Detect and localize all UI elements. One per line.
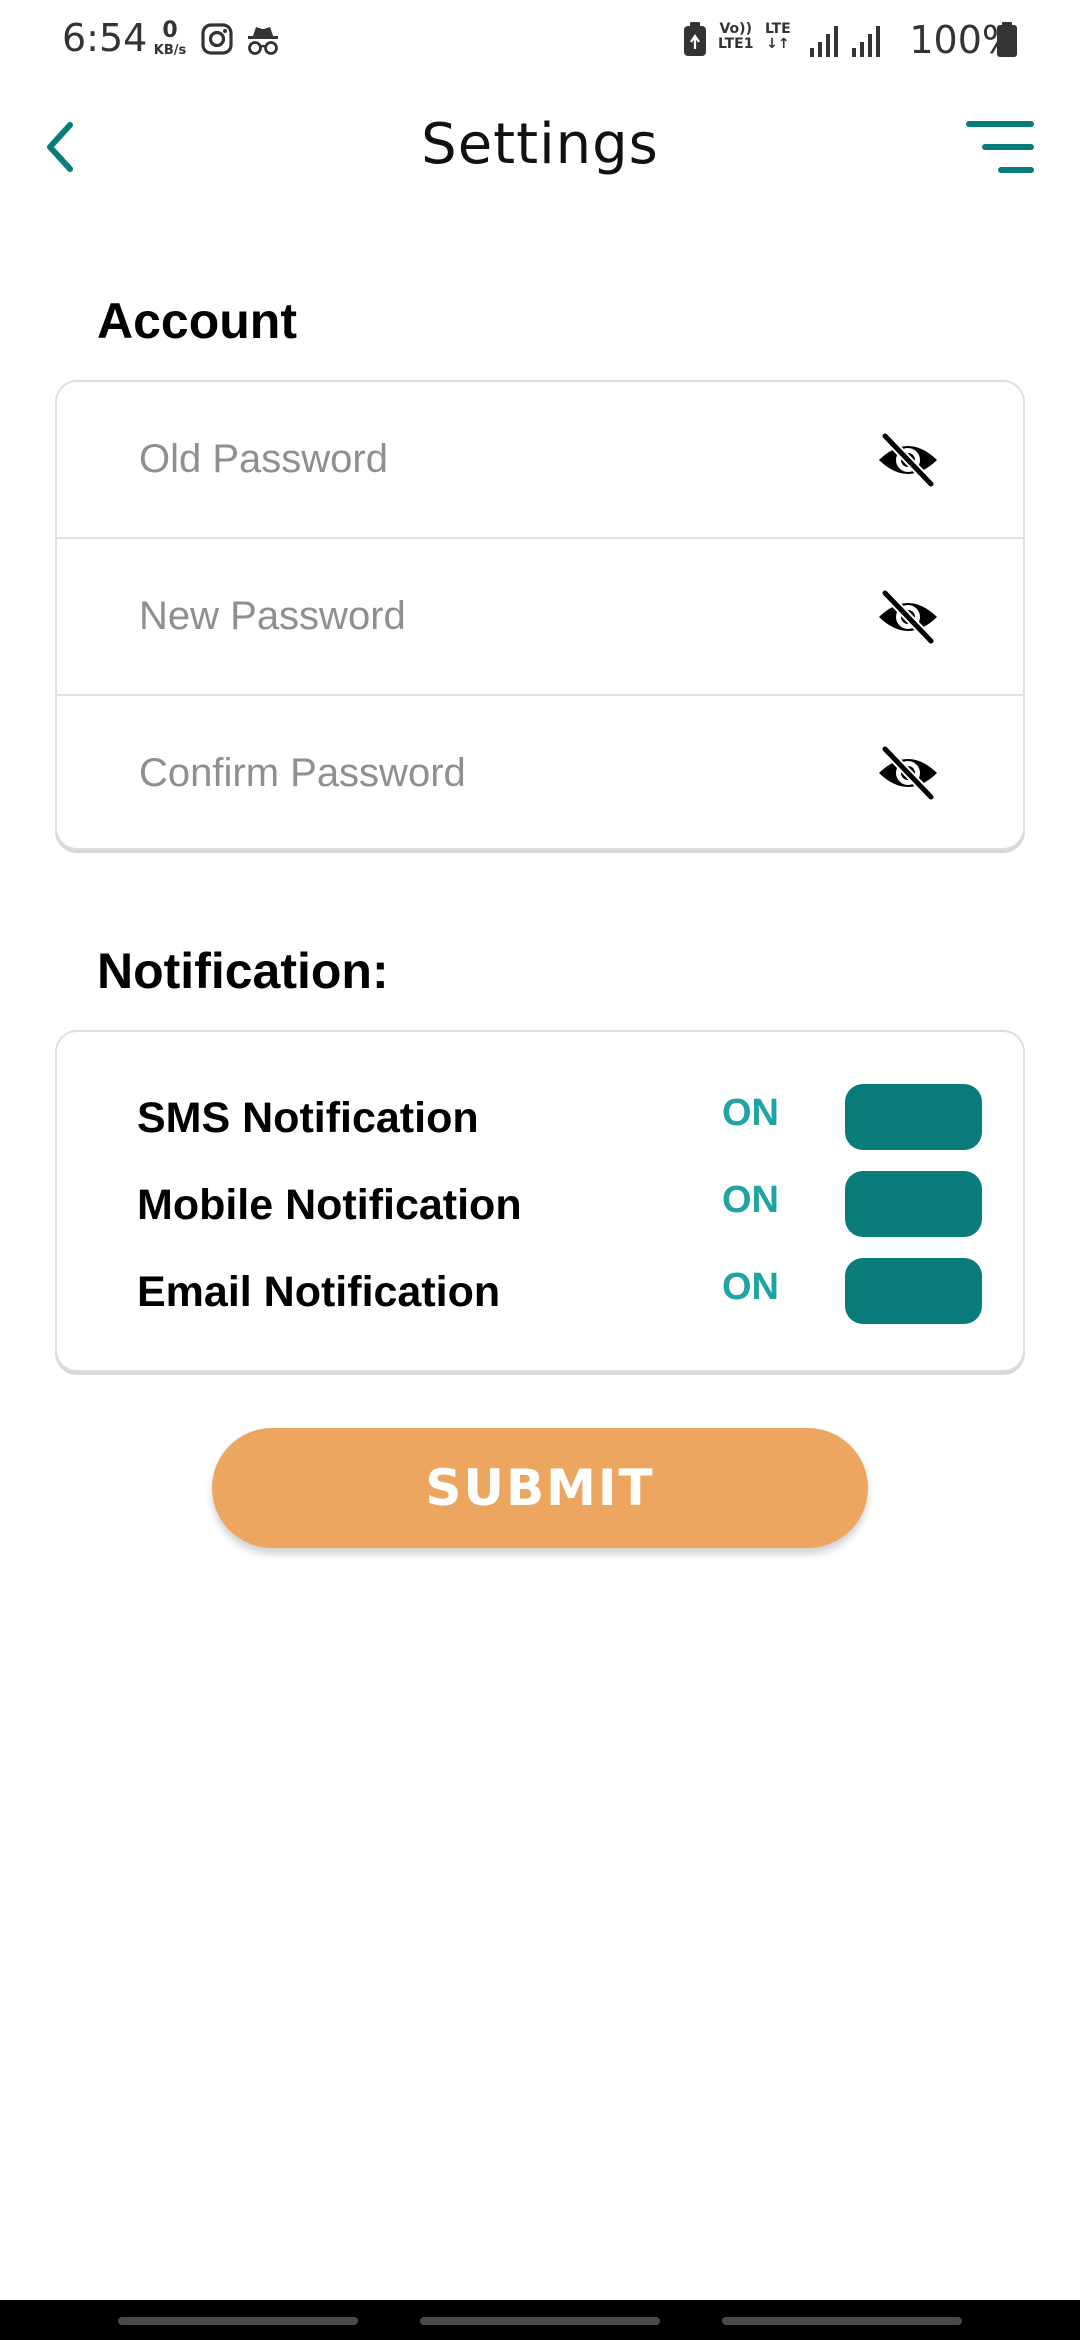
network-speed-value: 0 <box>162 18 178 43</box>
data-arrows: ↓↑ <box>766 35 790 52</box>
status-bar: 6:54 0 KB/s Vo)) LTE1 LTE ↓↑ 100% <box>0 0 1080 80</box>
volte-icon: Vo)) LTE1 <box>718 22 753 51</box>
sms-notification-label: SMS Notification <box>137 1094 479 1142</box>
network-speed: 0 KB/s <box>150 18 190 58</box>
lte1-label: LTE1 <box>718 35 754 52</box>
signal-icon <box>852 26 880 57</box>
lte-data-icon: LTE ↓↑ <box>765 22 791 51</box>
submit-button[interactable]: SUBMIT <box>212 1428 868 1548</box>
incognito-icon <box>248 27 278 55</box>
new-password-visibility-toggle[interactable] <box>875 589 941 645</box>
network-speed-unit: KB/s <box>153 43 187 58</box>
old-password-row <box>57 382 1023 539</box>
email-notification-state: ON <box>722 1266 779 1308</box>
email-notification-toggle[interactable] <box>845 1258 982 1324</box>
account-section-title: Account <box>97 293 297 349</box>
old-password-field[interactable] <box>139 382 839 537</box>
eye-off-icon <box>879 745 937 801</box>
menu-button[interactable] <box>965 118 1035 176</box>
account-card <box>55 380 1025 850</box>
lte-label: LTE <box>765 21 791 37</box>
confirm-password-visibility-toggle[interactable] <box>875 745 941 801</box>
sms-notification-toggle[interactable] <box>845 1084 982 1150</box>
email-notification-row: Email Notification ON <box>137 1258 982 1324</box>
eye-off-icon <box>879 432 937 487</box>
sms-notification-row: SMS Notification ON <box>137 1084 982 1150</box>
navigation-bar <box>0 2300 1080 2340</box>
new-password-field[interactable] <box>139 539 839 694</box>
old-password-visibility-toggle[interactable] <box>875 432 941 488</box>
status-time: 6:54 <box>62 16 148 60</box>
battery-saver-icon <box>684 22 706 56</box>
mobile-notification-state: ON <box>722 1179 779 1221</box>
confirm-password-row <box>57 696 1023 850</box>
vo-label: Vo)) <box>719 21 752 37</box>
menu-icon <box>966 121 1034 173</box>
nav-home-button[interactable] <box>420 2317 660 2325</box>
eye-off-icon <box>879 589 937 644</box>
notification-section-title: Notification: <box>97 943 389 999</box>
nav-back-button[interactable] <box>722 2317 962 2325</box>
signal-icon <box>810 26 838 57</box>
email-notification-label: Email Notification <box>137 1268 501 1316</box>
mobile-notification-row: Mobile Notification ON <box>137 1171 982 1237</box>
instagram-icon <box>201 23 233 55</box>
mobile-notification-label: Mobile Notification <box>137 1181 522 1229</box>
notification-card: SMS Notification ON Mobile Notification … <box>55 1030 1025 1372</box>
nav-recents-button[interactable] <box>118 2317 358 2325</box>
page-title: Settings <box>421 112 659 177</box>
sms-notification-state: ON <box>722 1092 779 1134</box>
confirm-password-field[interactable] <box>139 696 839 850</box>
new-password-row <box>57 539 1023 696</box>
mobile-notification-toggle[interactable] <box>845 1171 982 1237</box>
battery-icon <box>997 22 1017 57</box>
